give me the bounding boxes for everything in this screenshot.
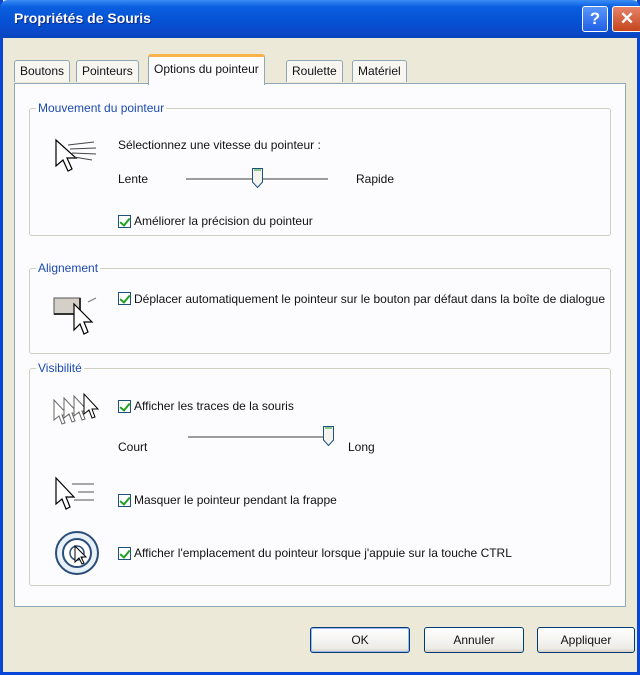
- hide-pointer-typing-icon: [55, 476, 94, 510]
- pointer-trails-icon: [53, 392, 100, 425]
- close-button[interactable]: ✕: [612, 6, 640, 32]
- snap-to-default-checkbox[interactable]: [118, 292, 131, 305]
- pointer-trails-label: Afficher les traces de la souris: [134, 399, 294, 413]
- long-label: Long: [348, 440, 375, 454]
- tab-materiel[interactable]: Matériel: [352, 60, 407, 82]
- tab-options-du-pointeur[interactable]: Options du pointeur: [148, 54, 265, 85]
- motion-group: Mouvement du pointeur: [29, 101, 611, 236]
- motion-group-label: Mouvement du pointeur: [36, 101, 167, 115]
- hide-pointer-typing-label: Masquer le pointeur pendant la frappe: [134, 493, 337, 507]
- ok-button[interactable]: OK: [310, 627, 410, 653]
- fast-label: Rapide: [356, 172, 395, 186]
- apply-button[interactable]: Appliquer: [537, 627, 635, 653]
- tab-boutons[interactable]: Boutons: [14, 60, 71, 82]
- window-title: Propriétés de Souris: [14, 10, 151, 26]
- enhance-precision-checkbox[interactable]: [118, 215, 131, 228]
- visibility-group-label: Visibilité: [36, 361, 84, 375]
- pointer-trails-checkbox[interactable]: [118, 400, 131, 413]
- trail-length-slider-thumb[interactable]: [322, 426, 334, 446]
- trail-length-slider-track[interactable]: [188, 436, 328, 439]
- title-bar[interactable]: Propriétés de Souris ? ✕: [0, 0, 640, 38]
- snap-group-label: Alignement: [36, 261, 101, 275]
- hide-pointer-typing-checkbox[interactable]: [118, 494, 131, 507]
- speed-slider-thumb[interactable]: [251, 168, 263, 188]
- snap-to-default-label: Déplacer automatiquement le pointeur sur…: [134, 292, 605, 306]
- tab-pointeurs[interactable]: Pointeurs: [76, 60, 139, 82]
- snap-group: Alignement: [29, 261, 611, 354]
- show-pointer-location-icon: [55, 531, 99, 575]
- tab-strip: Boutons Pointeurs Options du pointeur Ro…: [14, 54, 626, 85]
- cancel-button[interactable]: Annuler: [424, 627, 524, 653]
- pointer-speed-icon: [55, 138, 97, 172]
- enhance-precision-label: Améliorer la précision du pointeur: [134, 214, 313, 228]
- slow-label: Lente: [118, 172, 149, 186]
- show-pointer-ctrl-label: Afficher l'emplacement du pointeur lorsq…: [134, 546, 512, 560]
- short-label: Court: [118, 440, 148, 454]
- speed-prompt: Sélectionnez une vitesse du pointeur :: [118, 138, 321, 152]
- snap-to-button-icon: [53, 297, 97, 335]
- show-pointer-ctrl-checkbox[interactable]: [118, 547, 131, 560]
- help-button[interactable]: ?: [582, 6, 608, 32]
- tab-roulette[interactable]: Roulette: [286, 60, 343, 82]
